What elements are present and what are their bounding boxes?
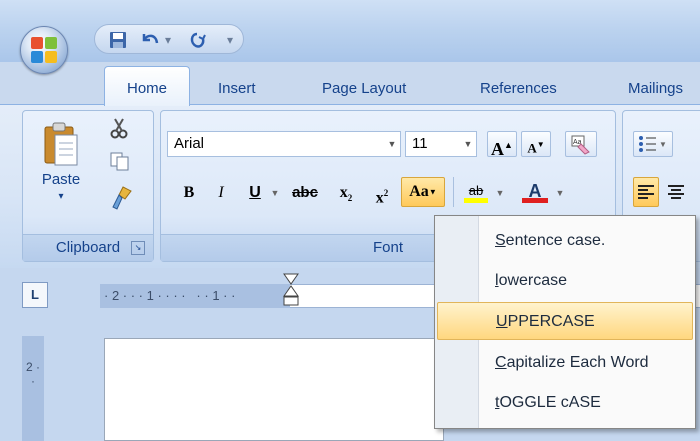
highlight-color-swatch [464, 198, 488, 203]
menu-item-toggle-case[interactable]: tOGGLE cASE [437, 384, 693, 422]
paste-label: Paste [41, 171, 81, 188]
subscript-button[interactable]: x2 [331, 179, 361, 205]
redo-icon[interactable] [185, 29, 209, 51]
bold-button[interactable]: B [177, 179, 201, 205]
font-color-swatch [522, 198, 548, 203]
menu-item-sentence-case[interactable]: Sentence case. [437, 222, 693, 260]
font-name-value: Arial [174, 135, 205, 152]
bullets-icon[interactable]: ▼ [633, 131, 673, 157]
chevron-down-icon[interactable]: ▼ [384, 132, 400, 156]
tab-mailings[interactable]: Mailings [628, 74, 683, 104]
font-size-combo[interactable]: 11 ▼ [405, 131, 477, 157]
paste-button[interactable]: Paste ▾ [31, 117, 91, 217]
align-center-icon[interactable] [663, 177, 689, 207]
tab-selector[interactable]: L [22, 282, 48, 308]
strikethrough-button[interactable]: abc [285, 179, 325, 205]
paste-icon [44, 122, 78, 166]
menu-item-capitalize-each-word[interactable]: Capitalize Each Word [437, 344, 693, 382]
clipboard-group: Paste ▾ Clipboard ↘ [22, 110, 154, 262]
copy-icon[interactable] [109, 151, 135, 175]
cut-icon[interactable] [109, 117, 135, 141]
chevron-down-icon: ▼ [428, 187, 437, 197]
text-highlight-button[interactable]: ab [459, 177, 493, 207]
italic-button[interactable]: I [209, 179, 233, 205]
tab-references[interactable]: References [480, 74, 557, 104]
office-logo-icon [31, 37, 57, 63]
change-case-menu: Sentence case. lowercase UPPERCASE Capit… [434, 215, 696, 429]
font-color-button[interactable]: A [517, 177, 553, 207]
grow-font-button[interactable]: A▲ [487, 131, 517, 159]
shrink-font-button[interactable]: A▼ [521, 131, 551, 157]
tab-insert[interactable]: Insert [218, 74, 256, 104]
font-name-combo[interactable]: Arial ▼ [167, 131, 401, 157]
change-case-button[interactable]: Aa▼ [401, 177, 445, 207]
paste-dropdown-icon: ▾ [58, 191, 64, 202]
dialog-launcher-icon[interactable]: ↘ [131, 241, 145, 255]
underline-button[interactable]: U [243, 179, 267, 205]
tab-page-layout[interactable]: Page Layout [322, 74, 406, 104]
align-left-icon[interactable] [633, 177, 659, 207]
chevron-down-icon[interactable]: ▼ [460, 132, 476, 156]
undo-icon[interactable] [139, 29, 161, 51]
customize-dropdown-icon[interactable]: ▾ [223, 29, 237, 51]
superscript-button[interactable]: x2 [367, 179, 397, 206]
save-icon[interactable] [107, 29, 129, 51]
vertical-ruler-marks: 2 · · [25, 360, 40, 388]
font-color-dropdown-icon[interactable]: ▼ [553, 179, 567, 205]
document-page[interactable] [104, 338, 444, 441]
clipboard-group-label: Clipboard ↘ [23, 234, 153, 261]
svg-text:▼: ▼ [659, 140, 667, 149]
quick-access-toolbar: ▾ ▾ [94, 24, 244, 54]
vertical-ruler[interactable] [22, 336, 44, 441]
underline-dropdown-icon[interactable]: ▼ [267, 179, 283, 205]
ruler-marks: · 2 · · · 1 · · · · · · 1 · · [104, 288, 236, 303]
clear-formatting-icon[interactable]: Aa [565, 131, 597, 157]
menu-item-uppercase[interactable]: UPPERCASE [437, 302, 693, 340]
format-painter-icon[interactable] [109, 185, 135, 213]
highlight-dropdown-icon[interactable]: ▼ [493, 179, 507, 205]
font-size-value: 11 [412, 135, 428, 152]
indent-marker-icon[interactable] [282, 272, 300, 308]
tab-home[interactable]: Home [104, 66, 190, 106]
office-button[interactable] [20, 26, 68, 74]
menu-item-lowercase[interactable]: lowercase [437, 262, 693, 300]
undo-dropdown-icon[interactable]: ▾ [161, 29, 175, 51]
